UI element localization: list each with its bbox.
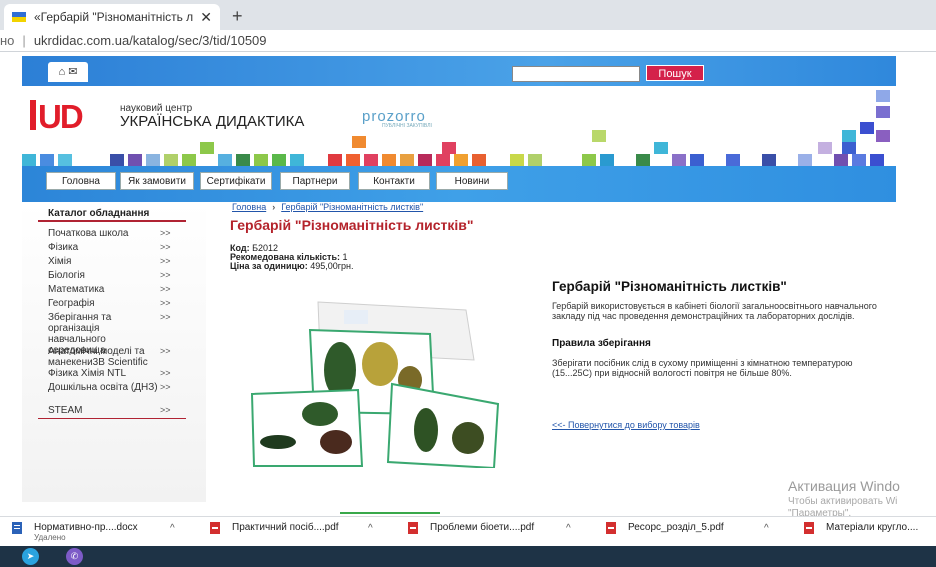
download-item[interactable]: Матеріали кругло.... xyxy=(804,520,936,544)
sidebar-item-geography[interactable]: Географія xyxy=(48,298,158,309)
download-name: Проблеми біоети....pdf xyxy=(430,522,535,533)
breadcrumb-home[interactable]: Головна xyxy=(232,202,266,212)
windows-activation-text: Чтобы активировать Wi xyxy=(788,496,898,507)
viber-icon[interactable]: ✆ xyxy=(66,548,83,565)
brand-title: УКРАЇНСЬКА ДИДАКТИКА xyxy=(120,113,305,130)
download-item[interactable]: Проблеми біоети....pdf ^ xyxy=(408,520,588,544)
download-name: Нормативно-пр....docx xyxy=(34,522,138,533)
sidebar-item-chemistry[interactable]: Хімія xyxy=(48,256,158,267)
prozorro-subtitle: ПУБЛІЧНІ ЗАКУПІВЛІ xyxy=(382,123,432,129)
description-text: Гербарій використовується в кабінеті біо… xyxy=(552,301,877,321)
download-name: Практичний посіб....pdf xyxy=(232,522,339,533)
download-name: Матеріали кругло.... xyxy=(826,522,919,533)
download-item[interactable]: Нормативно-пр....docx Удалено ^ xyxy=(12,520,192,544)
download-status: Удалено xyxy=(34,533,66,542)
pdf-file-icon xyxy=(210,522,220,534)
download-item[interactable]: Ресорс_розділ_5.pdf ^ xyxy=(606,520,786,544)
sidebar-title: Каталог обладнання xyxy=(48,208,150,219)
sidebar-item-anatomy[interactable]: Анатомічні моделі та манекени3B Scientif… xyxy=(48,346,158,368)
nav-certificates[interactable]: Сертифікати xyxy=(200,172,272,190)
sidebar-arrow[interactable]: >> xyxy=(160,368,171,378)
sidebar-item-preschool[interactable]: Дошкільна освіта (ДНЗ) xyxy=(48,382,158,393)
breadcrumb-current[interactable]: Гербарій "Різноманітність листків" xyxy=(281,202,423,212)
download-item[interactable]: Практичний посіб....pdf ^ xyxy=(210,520,390,544)
docx-file-icon xyxy=(12,522,22,534)
home-mail-icons[interactable]: ⌂ ✉ xyxy=(48,62,88,82)
close-tab-icon[interactable]: ✕ xyxy=(200,9,212,26)
storage-rules-text: Зберігати посібник слід в сухому приміще… xyxy=(552,358,853,378)
sidebar-arrow[interactable]: >> xyxy=(160,298,171,308)
sidebar-item-physics[interactable]: Фізика xyxy=(48,242,158,253)
nav-news[interactable]: Новини xyxy=(436,172,508,190)
breadcrumb-separator: › xyxy=(272,202,276,212)
sidebar-item-biology[interactable]: Біологія xyxy=(48,270,158,281)
sidebar-item-primary-school[interactable]: Початкова школа xyxy=(48,228,158,239)
nav-how-to-order[interactable]: Як замовити xyxy=(120,172,194,190)
search-input[interactable] xyxy=(512,66,640,82)
sidebar-item-steam[interactable]: STEAM xyxy=(48,405,158,416)
sidebar-arrow[interactable]: >> xyxy=(160,312,171,322)
pdf-file-icon xyxy=(408,522,418,534)
product-image[interactable] xyxy=(248,292,500,468)
storage-rules-title: Правила зберігання xyxy=(552,338,651,349)
download-name: Ресорс_розділ_5.pdf xyxy=(628,522,724,533)
sidebar-arrow[interactable]: >> xyxy=(160,270,171,280)
sidebar-arrow[interactable]: >> xyxy=(160,382,171,392)
sidebar-arrow[interactable]: >> xyxy=(160,284,171,294)
image-underline xyxy=(340,512,440,514)
sidebar-item-math[interactable]: Математика xyxy=(48,284,158,295)
sidebar-divider xyxy=(38,220,186,222)
nav-partners[interactable]: Партнери xyxy=(280,172,350,190)
sidebar-arrow[interactable]: >> xyxy=(160,346,171,356)
sidebar-arrow[interactable]: >> xyxy=(160,256,171,266)
pdf-file-icon xyxy=(606,522,616,534)
sidebar-arrow[interactable]: >> xyxy=(160,242,171,252)
sidebar-arrow[interactable]: >> xyxy=(160,228,171,238)
chevron-up-icon[interactable]: ^ xyxy=(764,523,769,534)
url-text[interactable]: ukrdidac.com.ua/katalog/sec/3/tid/10509 xyxy=(34,33,267,48)
chevron-up-icon[interactable]: ^ xyxy=(368,523,373,534)
ud-logo[interactable]: UD xyxy=(30,98,102,135)
new-tab-button[interactable]: + xyxy=(232,6,243,27)
ukraine-flag-icon xyxy=(12,12,26,22)
nav-contacts[interactable]: Контакти xyxy=(358,172,430,190)
nav-home[interactable]: Головна xyxy=(46,172,116,190)
address-prefix: но xyxy=(0,33,15,48)
page-title: Гербарій "Різноманітність листків" xyxy=(230,217,474,233)
header-top-strip xyxy=(22,56,896,86)
description-title: Гербарій "Різноманітність листків" xyxy=(552,279,787,294)
chevron-up-icon[interactable]: ^ xyxy=(566,523,571,534)
product-price: Ціна за одиницю: 495,00грн. xyxy=(230,261,354,271)
sidebar-item-physics-chem-ntl[interactable]: Фізика Хімія NTL xyxy=(48,368,158,379)
back-to-products-link[interactable]: <<- Повернутися до вибору товарів xyxy=(552,420,700,430)
taskbar xyxy=(0,546,936,567)
chevron-up-icon[interactable]: ^ xyxy=(170,523,175,534)
browser-tab[interactable]: «Гербарій "Різноманітність листк ✕ xyxy=(4,4,220,30)
breadcrumb: Головна › Гербарій "Різноманітність листкі… xyxy=(232,202,423,212)
pdf-file-icon xyxy=(804,522,814,534)
sidebar-bottom-divider xyxy=(38,418,186,419)
sidebar-arrow[interactable]: >> xyxy=(160,405,171,415)
search-button[interactable]: Пошук xyxy=(646,65,704,81)
address-bar[interactable]: но | ukrdidac.com.ua/katalog/sec/3/tid/1… xyxy=(0,30,936,52)
tab-title: «Гербарій "Різноманітність листк xyxy=(34,10,194,24)
address-divider: | xyxy=(22,33,26,48)
telegram-icon[interactable]: ➤ xyxy=(22,548,39,565)
windows-activation-title: Активация Windo xyxy=(788,478,900,494)
